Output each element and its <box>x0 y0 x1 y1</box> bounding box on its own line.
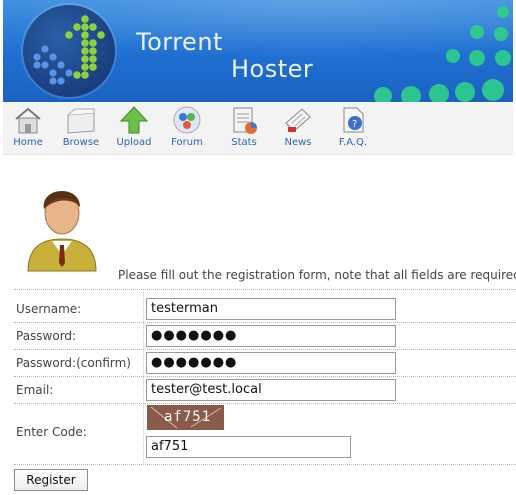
divider-top <box>14 289 516 290</box>
divider-row <box>14 403 516 404</box>
nav-faq[interactable]: ? F.A.Q. <box>328 105 378 153</box>
register-button[interactable]: Register <box>14 469 88 491</box>
code-input[interactable]: af751 <box>146 436 351 458</box>
nav-forum-label: Forum <box>171 137 203 148</box>
nav-stats-label: Stats <box>231 137 257 148</box>
username-label: Username: <box>16 302 82 316</box>
stats-icon <box>233 107 257 134</box>
news-icon <box>285 108 311 132</box>
nav-home-label: Home <box>13 137 43 148</box>
password-confirm-input[interactable]: ●●●●●●● <box>146 352 396 374</box>
captcha-image: af751 <box>147 405 224 430</box>
home-icon <box>15 107 41 134</box>
divider-bottom <box>14 464 516 465</box>
password-label: Password: <box>16 329 77 343</box>
nav-news-label: News <box>284 137 312 148</box>
header-banner: Torrent Hoster <box>3 0 513 102</box>
nav-browse[interactable]: Browse <box>56 105 106 153</box>
upload-icon <box>119 106 149 134</box>
form-intro-text: Please fill out the registration form, n… <box>118 268 516 282</box>
email-label: Email: <box>16 383 54 397</box>
nav-stats[interactable]: Stats <box>219 105 269 153</box>
form-column-divider <box>143 292 144 464</box>
password-input[interactable]: ●●●●●●● <box>146 325 396 347</box>
code-label: Enter Code: <box>16 425 87 439</box>
divider-row <box>14 376 516 377</box>
forum-icon <box>173 106 201 134</box>
username-input[interactable]: testerman <box>146 298 396 320</box>
nav-home[interactable]: Home <box>3 105 53 153</box>
password-confirm-label: Password:(confirm) <box>16 356 131 370</box>
nav-upload-label: Upload <box>116 137 152 148</box>
divider-row <box>14 349 516 350</box>
main-nav: Home Browse Upload Forum Stats News ? F.… <box>3 103 513 155</box>
decorative-dots <box>374 6 511 102</box>
brand-title-line1: Torrent <box>136 28 223 56</box>
captcha-text: af751 <box>164 409 212 425</box>
divider-row <box>14 322 516 323</box>
logo-icon <box>23 5 115 97</box>
svg-text:?: ? <box>352 119 357 130</box>
email-input[interactable]: tester@test.local <box>146 379 396 401</box>
nav-news[interactable]: News <box>273 105 323 153</box>
faq-icon: ? <box>343 107 364 133</box>
brand-title-line2: Hoster <box>231 55 314 83</box>
nav-forum[interactable]: Forum <box>162 105 212 153</box>
nav-browse-label: Browse <box>62 137 100 148</box>
nav-faq-label: F.A.Q. <box>338 137 368 148</box>
browse-icon <box>67 108 95 134</box>
nav-upload[interactable]: Upload <box>109 105 159 153</box>
user-avatar-icon <box>27 191 97 272</box>
